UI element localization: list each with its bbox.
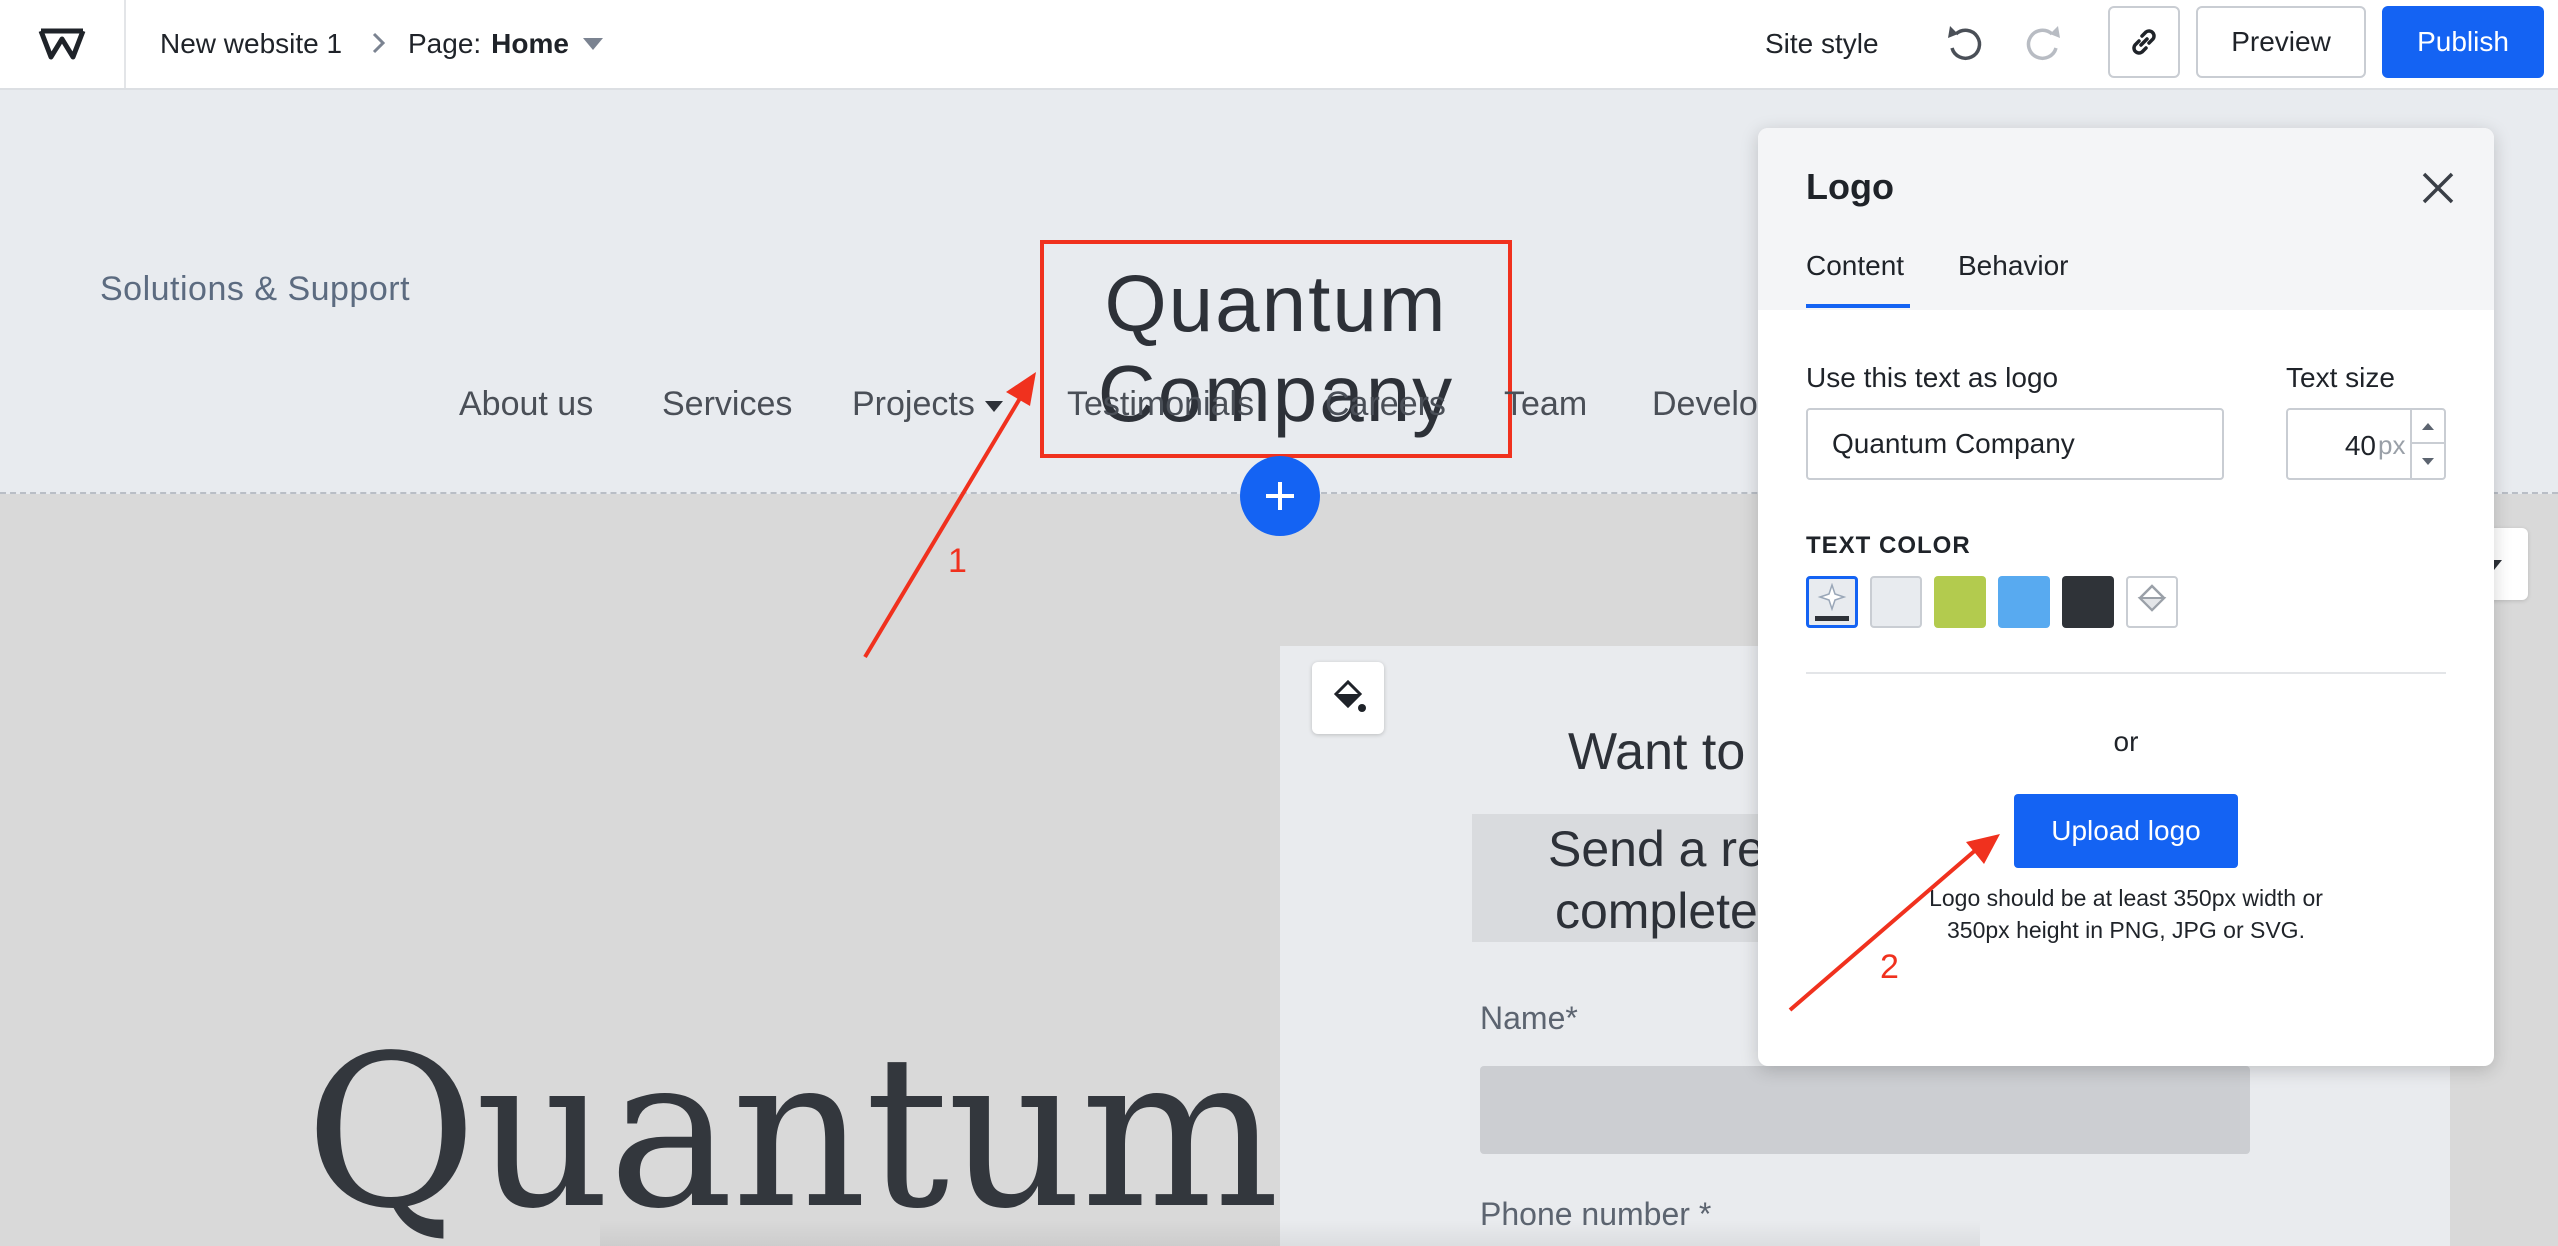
chevron-down-icon [582, 38, 603, 50]
undo-icon[interactable] [1942, 22, 1986, 66]
form-subheading-line-1: Send a re [1548, 821, 1765, 877]
hero-title[interactable]: Quantum [305, 1010, 1280, 1246]
publish-button[interactable]: Publish [2382, 6, 2544, 78]
name-field[interactable] [1480, 1066, 2250, 1154]
paint-bucket-button[interactable] [1312, 662, 1384, 734]
sparkle-icon [1817, 583, 1847, 611]
page-selector[interactable]: Page: Home [408, 0, 603, 88]
swatch-custom[interactable] [2126, 576, 2178, 628]
site-tagline[interactable]: Solutions & Support [100, 270, 410, 309]
nav-item-projects[interactable]: Projects [852, 385, 1003, 424]
link-button[interactable] [2108, 6, 2180, 78]
text-size-unit: px [2378, 430, 2406, 460]
logo-line-1: Quantum [1104, 259, 1448, 348]
annotation-label-1: 1 [948, 542, 967, 580]
paint-bucket-icon [2137, 584, 2167, 612]
paint-bucket-icon [1333, 679, 1366, 712]
swatch-blue[interactable] [1998, 576, 2050, 628]
swatch-light-grey[interactable] [1870, 576, 1922, 628]
top-toolbar: New website 1 Page: Home Site style Prev… [0, 0, 2558, 90]
add-section-button[interactable] [1240, 456, 1320, 536]
form-heading[interactable]: Want to [1568, 722, 1745, 782]
nav-item-projects-label: Projects [852, 385, 975, 423]
caret-up-icon [2422, 422, 2434, 430]
logo-settings-panel: Logo Content Behavior Use this text as l… [1758, 128, 2494, 1066]
close-icon[interactable] [2418, 168, 2458, 208]
annotation-label-2: 2 [1880, 948, 1899, 986]
preview-button[interactable]: Preview [2196, 6, 2366, 78]
caret-down-icon [2422, 457, 2434, 465]
site-style-button[interactable]: Site style [1765, 0, 1879, 88]
site-name-link[interactable]: New website 1 [160, 0, 342, 88]
swatch-dark[interactable] [2062, 576, 2114, 628]
panel-divider [1806, 672, 2446, 674]
upload-logo-button[interactable]: Upload logo [2014, 794, 2238, 868]
nav-item-about[interactable]: About us [459, 385, 593, 424]
text-size-input[interactable]: 40 px [2286, 408, 2446, 480]
nav-item-team[interactable]: Team [1504, 385, 1587, 424]
name-label: Name* [1480, 1000, 1578, 1036]
logo-text-label: Use this text as logo [1806, 362, 2059, 393]
swatch-auto[interactable] [1806, 576, 1858, 628]
link-icon [2132, 29, 2156, 55]
panel-header [1758, 128, 2494, 310]
app-logo-icon[interactable] [0, 0, 126, 88]
site-logo-text[interactable]: Quantum Company [1040, 240, 1512, 458]
panel-title: Logo [1806, 166, 1894, 207]
text-size-value: 40 [2344, 430, 2376, 461]
page-name: Home [491, 28, 569, 59]
chevron-right-icon [372, 32, 386, 54]
active-tab-indicator [1806, 304, 1910, 308]
redo-icon[interactable] [2022, 22, 2066, 66]
page-prefix: Page: [408, 28, 482, 59]
upload-hint: Logo should be at least 350px width or 3… [1929, 885, 2323, 943]
tab-behavior[interactable]: Behavior [1958, 250, 2069, 282]
tab-content[interactable]: Content [1806, 250, 1904, 282]
caret-down-icon [984, 400, 1003, 412]
stepper-down-button[interactable] [2412, 444, 2444, 478]
plus-icon [1266, 482, 1294, 510]
text-size-label: Text size [2286, 362, 2395, 393]
nav-item-develo[interactable]: Develo [1652, 385, 1758, 424]
form-subheading[interactable]: Send a re complete [1548, 818, 1765, 942]
text-color-heading: TEXT COLOR [1806, 532, 1971, 559]
stepper-up-button[interactable] [2412, 410, 2444, 444]
or-separator: or [2113, 726, 2139, 757]
form-subheading-line-2: complete [1554, 883, 1758, 939]
nav-item-careers[interactable]: Careers [1325, 385, 1446, 424]
text-size-stepper [2410, 410, 2444, 478]
swatch-green[interactable] [1934, 576, 1986, 628]
auto-color-bar [1815, 616, 1849, 621]
logo-text-input[interactable]: Quantum Company [1806, 408, 2224, 480]
nav-item-services[interactable]: Services [662, 385, 792, 424]
bottom-shadow [600, 1220, 1980, 1246]
nav-item-testimonials[interactable]: Testimonials [1067, 385, 1254, 424]
